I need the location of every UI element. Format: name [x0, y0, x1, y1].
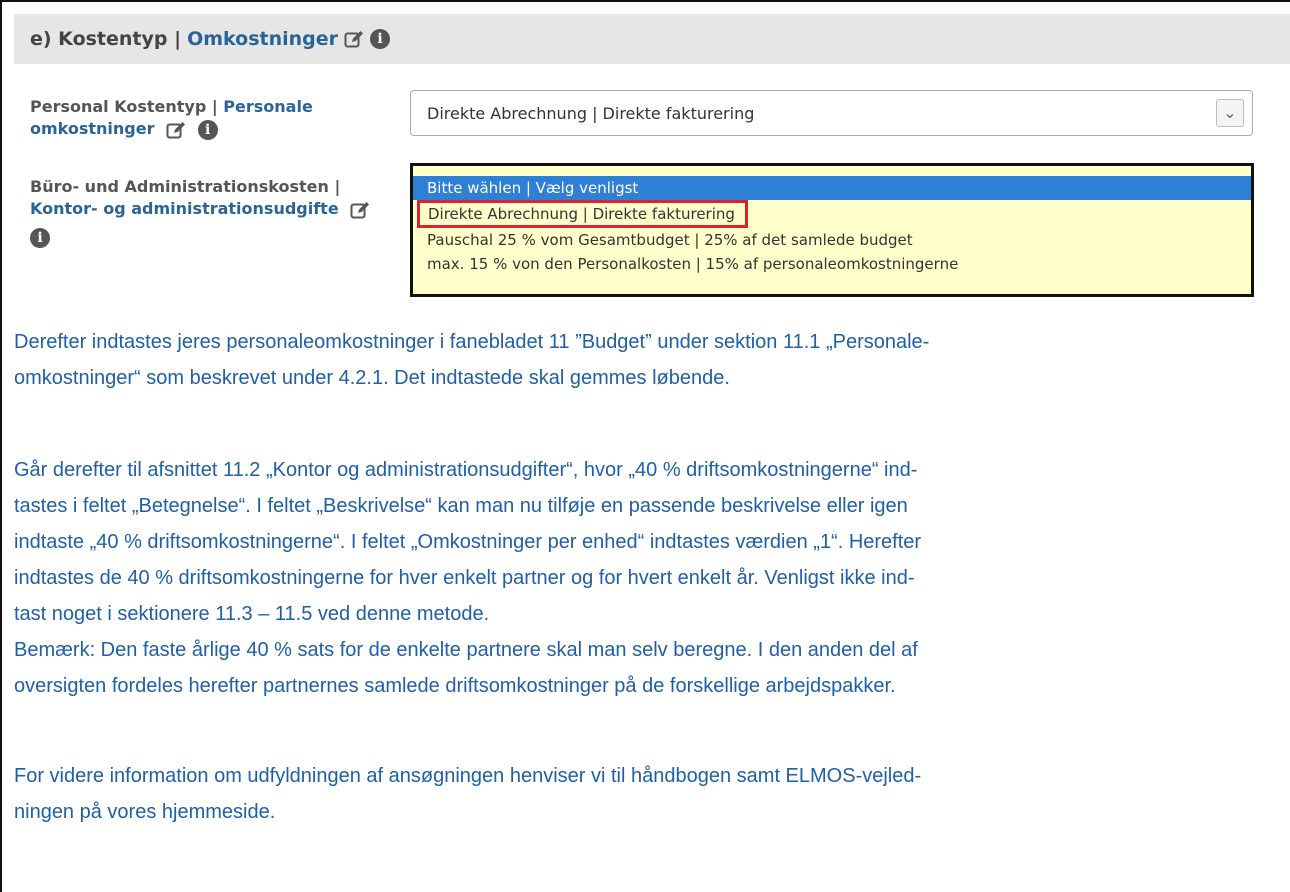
office-label-link[interactable]: Kontor- og administrationsudgifte: [30, 199, 339, 218]
text-line: ningen på vores hjemmeside.: [14, 801, 276, 823]
chevron-down-icon[interactable]: ⌄: [1216, 99, 1244, 127]
text-line: omkostninger“ som beskrevet under 4.2.1.…: [14, 367, 730, 389]
personal-cost-type-select[interactable]: Direkte Abrechnung | Direkte fakturering…: [410, 90, 1253, 136]
text-line: Bemærk: Den faste årlige 40 % sats for d…: [14, 639, 918, 661]
text-line: Derefter indtastes jeres personaleomkost…: [14, 331, 930, 353]
office-admin-cost-dropdown[interactable]: Bitte wählen | Vælg venligst Direkte Abr…: [410, 163, 1254, 297]
paragraph-office-admin: Går derefter til afsnittet 11.2 „Kontor …: [14, 452, 1284, 704]
office-label-text: Büro- und Administrationskosten |: [30, 177, 341, 196]
dropdown-option[interactable]: Bitte wählen | Vælg venligst: [413, 176, 1251, 200]
info-icon[interactable]: i: [370, 29, 391, 49]
paragraph-personnel-costs: Derefter indtastes jeres personaleomkost…: [14, 324, 1284, 396]
text-line: indtastes de 40 % driftsomkostningerne f…: [14, 567, 915, 589]
edit-icon[interactable]: [344, 29, 364, 49]
personal-cost-type-label: Personal Kostentyp | Personale omkostnin…: [30, 96, 390, 140]
text-line: oversigten fordeles herefter partnernes …: [14, 675, 896, 697]
info-icon[interactable]: i: [30, 228, 50, 248]
text-line: For videre information om udfyldningen a…: [14, 765, 922, 787]
text-line: indtaste „40 % driftsomkostningerne“. I …: [14, 531, 922, 553]
dropdown-option-highlighted[interactable]: Direkte Abrechnung | Direkte fakturering: [417, 200, 748, 228]
edit-icon[interactable]: [350, 200, 370, 220]
paragraph-further-info: For videre information om udfyldningen a…: [14, 758, 1284, 830]
dropdown-option[interactable]: max. 15 % von den Personalkosten | 15% a…: [413, 252, 1251, 276]
dropdown-option[interactable]: Pauschal 25 % vom Gesamtbudget | 25% af …: [413, 228, 1251, 252]
office-admin-cost-label: Büro- und Administrationskosten | Kontor…: [30, 176, 410, 248]
edit-icon[interactable]: [166, 120, 186, 140]
text-line: tastes i feltet „Betegnelse“. I feltet „…: [14, 495, 908, 517]
personal-label-text: Personal Kostentyp |: [30, 97, 218, 116]
select-value: Direkte Abrechnung | Direkte fakturering: [427, 103, 755, 123]
section-header: e) Kostentyp | Omkostninger i: [14, 14, 1290, 64]
section-title-link[interactable]: Omkostninger: [187, 28, 338, 50]
info-icon[interactable]: i: [197, 119, 218, 140]
text-line: Går derefter til afsnittet 11.2 „Kontor …: [14, 459, 918, 481]
text-line: tast noget i sektionere 11.3 – 11.5 ved …: [14, 603, 490, 625]
section-title: e) Kostentyp |: [30, 28, 182, 50]
